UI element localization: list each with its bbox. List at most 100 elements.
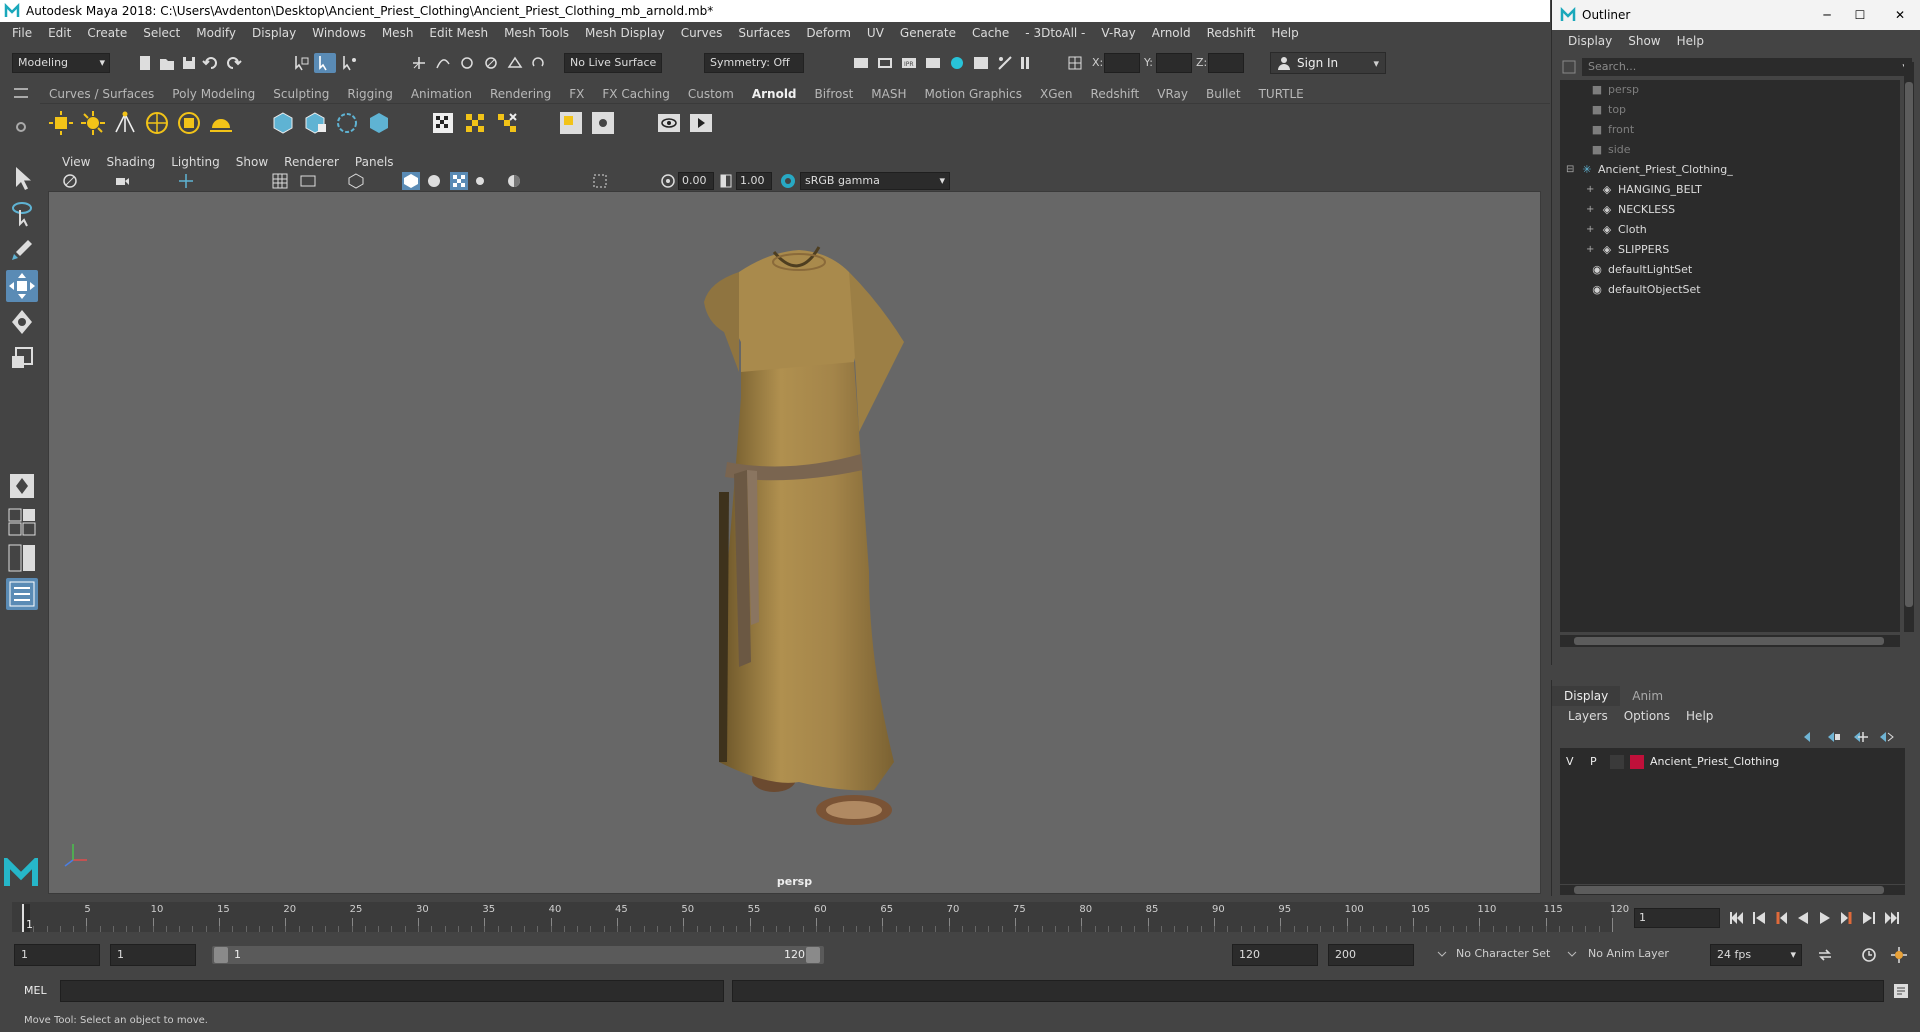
side-by-side-layout[interactable] [6,542,38,574]
undo-icon[interactable] [202,54,220,72]
step-back-key-icon[interactable] [1772,909,1790,927]
expand-icon[interactable]: + [1586,240,1594,260]
script-editor-icon[interactable] [1892,982,1910,1000]
outliner-item[interactable]: ◉ defaultObjectSet [1590,280,1700,300]
select-hierarchy-icon[interactable] [292,54,310,72]
filter-icon[interactable] [1562,60,1576,74]
step-forward-key-icon[interactable] [1838,909,1856,927]
render-settings-icon[interactable] [924,54,942,72]
shelf-tab-sculpting[interactable]: Sculpting [264,85,338,103]
menu-surfaces[interactable]: Surfaces [730,26,798,40]
layer-tab-display[interactable]: Display [1552,686,1621,706]
outliner-layout[interactable] [6,578,38,610]
maximize-icon[interactable]: ☐ [1840,8,1880,22]
light-portal-icon[interactable] [176,110,202,136]
y-coordinate-field[interactable] [1156,53,1192,73]
render-frame-icon[interactable] [876,54,894,72]
menu-display[interactable]: Display [244,26,304,40]
move-tool[interactable] [6,270,38,302]
shelf-tab-rendering[interactable]: Rendering [481,85,560,103]
render-sequence-icon[interactable] [852,54,870,72]
menu-create[interactable]: Create [79,26,135,40]
play-forwards-icon[interactable] [1816,909,1834,927]
shelf-tab-rigging[interactable]: Rigging [338,85,401,103]
shadows-icon[interactable] [506,173,522,189]
grid-toggle-icon[interactable] [272,173,288,189]
shelf-tab-animation[interactable]: Animation [402,85,481,103]
textured-button[interactable] [450,172,468,190]
viewport-menu-renderer[interactable]: Renderer [276,155,347,169]
outliner-item[interactable]: ■ side [1590,140,1631,160]
new-scene-icon[interactable] [136,54,154,72]
playback-end-field[interactable]: 120 [1232,944,1318,966]
layer-menu-options[interactable]: Options [1616,707,1678,725]
outliner-menu-help[interactable]: Help [1669,34,1712,48]
menu-edit-mesh[interactable]: Edit Mesh [421,26,496,40]
save-scene-icon[interactable] [180,54,198,72]
character-set-dropdown[interactable]: No Character Set [1456,944,1556,966]
close-icon[interactable]: ✕ [1880,8,1920,22]
shelf-tab-turtle[interactable]: TURTLE [1250,85,1313,103]
command-input[interactable] [60,980,724,1002]
gamma-icon[interactable] [718,173,734,189]
viewport-menu-panels[interactable]: Panels [347,155,402,169]
outliner-item[interactable]: + ◈ HANGING_BELT [1586,180,1702,200]
outliner-item[interactable]: ◉ defaultLightSet [1590,260,1692,280]
shelf-tab-bullet[interactable]: Bullet [1197,85,1250,103]
playback-start-field[interactable]: 1 [110,944,196,966]
layer-visibility-toggle[interactable]: V [1566,755,1574,768]
viewport-menu-show[interactable]: Show [228,155,276,169]
shelf-tab-motion-graphics[interactable]: Motion Graphics [916,85,1032,103]
layer-list-scrollbar[interactable] [1560,885,1905,895]
scrollbar-thumb[interactable] [1574,637,1884,645]
hypershade-icon[interactable] [948,54,966,72]
shelf-settings-icon[interactable] [16,122,26,132]
live-surface-field[interactable]: No Live Surface [564,53,662,73]
render-view-icon[interactable] [972,54,990,72]
auto-key-icon[interactable] [1860,946,1878,964]
symmetry-dropdown[interactable]: Symmetry: Off [704,53,804,73]
go-to-start-icon[interactable] [1728,909,1746,927]
layer-name[interactable]: Ancient_Priest_Clothing [1650,755,1779,768]
move-layer-up-icon[interactable] [1802,730,1818,744]
range-slider[interactable]: 1 120 [212,946,824,964]
collapse-icon[interactable]: ⊟ [1566,160,1574,180]
snap-grid-icon[interactable] [410,54,428,72]
shelf-menu-icon[interactable] [14,88,28,98]
four-view-layout[interactable] [6,506,38,538]
menu-windows[interactable]: Windows [304,26,374,40]
outliner-item[interactable]: ■ persp [1590,80,1639,100]
shelf-tab-mash[interactable]: MASH [862,85,915,103]
animation-start-field[interactable]: 1 [14,944,100,966]
mesh-light-icon[interactable] [80,110,106,136]
time-slider[interactable]: 1 5 10 15 20 25 30 35 40 45 50 55 60 65 70 75 80 85 90 95 1… [0,900,1629,938]
select-camera-icon[interactable] [62,173,78,189]
menu-mesh[interactable]: Mesh [374,26,422,40]
film-gate-icon[interactable] [300,173,316,189]
create-volume-icon[interactable] [366,110,392,136]
view-transform-dropdown[interactable]: sRGB gamma ▾ [800,172,950,190]
fps-dropdown[interactable]: 24 fps ▾ [1710,944,1802,966]
outliner-menu-display[interactable]: Display [1560,34,1620,48]
isolate-select-icon[interactable] [592,173,608,189]
single-perspective-layout[interactable] [6,470,38,502]
snap-view-plane-icon[interactable] [482,54,500,72]
menu-mesh-display[interactable]: Mesh Display [577,26,673,40]
new-layer-from-selection-icon[interactable] [1878,730,1894,744]
shelf-tab-poly-modeling[interactable]: Poly Modeling [163,85,264,103]
menu-curves[interactable]: Curves [673,26,731,40]
menu-edit[interactable]: Edit [40,26,79,40]
redo-icon[interactable] [224,54,242,72]
sign-in-button[interactable]: Sign In ▾ [1270,52,1386,74]
outliner-item[interactable]: ■ front [1590,120,1634,140]
layer-color-swatch[interactable] [1630,755,1644,769]
menu-generate[interactable]: Generate [892,26,964,40]
shelf-tab-custom[interactable]: Custom [679,85,743,103]
range-end-handle[interactable] [806,947,820,963]
shelf-tab-redshift[interactable]: Redshift [1082,85,1149,103]
go-to-end-icon[interactable] [1882,909,1900,927]
layer-menu-help[interactable]: Help [1678,707,1721,725]
shelf-tab-arnold[interactable]: Arnold [742,85,806,103]
camera-attributes-icon[interactable] [114,173,130,189]
z-coordinate-field[interactable] [1208,53,1244,73]
